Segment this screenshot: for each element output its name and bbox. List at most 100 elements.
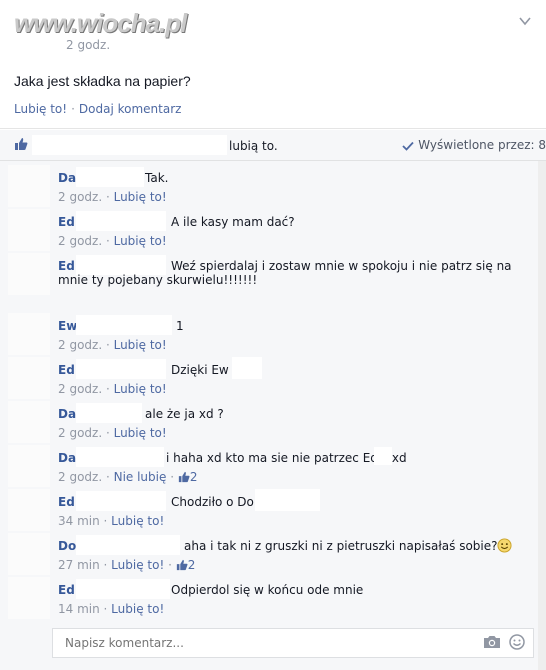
redacted-name	[76, 579, 170, 599]
comment-like-link[interactable]: Lubię to!	[111, 514, 164, 528]
redacted-name	[374, 447, 392, 465]
comment-author[interactable]: Ed	[58, 583, 75, 597]
comment-meta: 2 godz. · Lubię to!	[58, 382, 167, 396]
avatar[interactable]	[8, 489, 50, 531]
comment-composer[interactable]	[52, 628, 534, 658]
comment-like-link[interactable]: Lubię to!	[114, 382, 167, 396]
redacted-name	[76, 535, 180, 555]
comment-like-link[interactable]: Lubię to!	[114, 338, 167, 352]
comment: Ed Odpierdol się w końcu ode mnie 14 min…	[0, 573, 546, 619]
post-time[interactable]: 2 godz.	[66, 38, 110, 52]
redacted-name	[76, 359, 166, 379]
comment-time[interactable]: 2 godz.	[58, 470, 102, 484]
comment: Ed A ile kasy mam dać? 2 godz. · Lubię t…	[0, 205, 546, 251]
redacted-name	[76, 403, 142, 423]
avatar[interactable]	[8, 165, 50, 207]
comment: Ed Weź spierdalaj i zostaw mnie w spokoj…	[0, 249, 546, 305]
separator: ·	[71, 102, 75, 116]
comment-text: ale że ja xd ?	[145, 407, 224, 421]
post-actions: Lubię to! · Dodaj komentarz	[14, 102, 181, 116]
likes-bar: lubią to. Wyświetlone przez: 8	[0, 130, 546, 161]
comment-meta: 2 godz. · Lubię to!	[58, 426, 167, 440]
redacted-name	[232, 357, 262, 379]
comment-time[interactable]: 2 godz.	[58, 382, 102, 396]
comment-author[interactable]: Ed	[58, 363, 75, 377]
avatar[interactable]	[8, 357, 50, 399]
comment-input[interactable]	[63, 635, 447, 651]
comment-meta: 2 godz. · Nie lubię · 2	[58, 470, 198, 484]
watermark: www.wiocha.pl	[14, 8, 187, 38]
comment-like-link[interactable]: Lubię to!	[111, 558, 164, 572]
comment-meta: 14 min · Lubię to!	[58, 602, 165, 616]
comment-author[interactable]: Ed	[58, 495, 75, 509]
likes-text: lubią to.	[229, 139, 278, 153]
avatar[interactable]	[8, 253, 50, 295]
comment-time[interactable]: 2 godz.	[58, 426, 102, 440]
comment: Do aha i tak ni z gruszki ni z pietruszk…	[0, 529, 546, 575]
redacted-name	[76, 315, 172, 335]
avatar[interactable]	[8, 445, 50, 487]
comment-text: Chodziło o Do	[171, 495, 254, 509]
comment: Da i haha xd kto ma sie nie patrzec Ed ?…	[0, 441, 546, 487]
comment-like-count[interactable]: 2	[188, 558, 196, 572]
comment-text: 1	[176, 319, 184, 333]
comment: Ew 1 2 godz. · Lubię to!	[0, 309, 546, 355]
comment-time[interactable]: 14 min	[58, 602, 100, 616]
comment-time[interactable]: 2 godz.	[58, 234, 102, 248]
comment-author[interactable]: Ed	[58, 215, 75, 229]
seen-text: Wyświetlone przez: 8	[418, 138, 546, 152]
comment-text: A ile kasy mam dać?	[171, 215, 295, 229]
comment-author[interactable]: Da	[58, 451, 76, 465]
divider	[0, 128, 546, 129]
comment-like-link[interactable]: Lubię to!	[114, 234, 167, 248]
comment-like-link[interactable]: Lubię to!	[111, 602, 164, 616]
comments-list: Da Tak. 2 godz. · Lubię to! Ed A ile kas…	[0, 161, 546, 670]
thumbs-up-icon	[176, 559, 188, 571]
comment-like-link[interactable]: Lubię to!	[114, 426, 167, 440]
scrollbar[interactable]	[538, 161, 546, 670]
comment-like-link[interactable]: Lubię to!	[114, 190, 167, 204]
comment-unlike-link[interactable]: Nie lubię	[114, 470, 167, 484]
comment-author[interactable]: Do	[58, 539, 76, 553]
comment-time[interactable]: 2 godz.	[58, 190, 102, 204]
like-link[interactable]: Lubię to!	[14, 102, 67, 116]
comment: Da ale że ja xd ? 2 godz. · Lubię to!	[0, 397, 546, 443]
comment-text: i haha xd kto ma sie nie patrzec Ed ? xd	[166, 451, 407, 465]
redacted-name	[255, 489, 320, 511]
avatar[interactable]	[8, 209, 50, 251]
comment-meta: 2 godz. · Lubię to!	[58, 190, 167, 204]
seen-by[interactable]: Wyświetlone przez: 8	[402, 138, 546, 152]
comment-author[interactable]: Ew	[58, 319, 77, 333]
comment-meta: 34 min · Lubię to!	[58, 514, 165, 528]
redacted-name	[76, 491, 166, 511]
comment-like-count[interactable]: 2	[190, 470, 198, 484]
comment-time[interactable]: 34 min	[58, 514, 100, 528]
post-text: Jaka jest składka na papier?	[14, 73, 191, 89]
comment-text: Tak.	[145, 171, 169, 185]
comment-author[interactable]: Da	[58, 171, 76, 185]
redacted-name	[76, 447, 164, 467]
avatar[interactable]	[8, 577, 50, 619]
redacted-names	[32, 135, 227, 155]
comment: Da Tak. 2 godz. · Lubię to!	[0, 161, 546, 207]
chevron-down-icon[interactable]	[518, 14, 532, 28]
camera-icon[interactable]	[483, 634, 501, 650]
avatar[interactable]	[8, 313, 50, 355]
comment-meta: 2 godz. · Lubię to!	[58, 338, 167, 352]
emoji-icon[interactable]	[509, 634, 525, 650]
comment-time[interactable]: 2 godz.	[58, 338, 102, 352]
smiley-emoji-icon	[497, 538, 512, 553]
comment-text: Weź spierdalaj i zostaw mnie w spokoju i…	[58, 259, 512, 287]
avatar[interactable]	[8, 533, 50, 575]
comment-meta: 27 min · Lubię to! · 2	[58, 558, 196, 572]
comment-meta: 2 godz. · Lubię to!	[58, 234, 167, 248]
avatar[interactable]	[8, 401, 50, 443]
comment-text: Dzięki Ew	[171, 363, 229, 377]
thumbs-up-icon	[15, 138, 28, 150]
redacted-name	[76, 167, 144, 187]
comment: Ed Dzięki Ew 2 godz. · Lubię to!	[0, 353, 546, 399]
thumbs-up-icon	[178, 471, 190, 483]
comment-author[interactable]: Da	[58, 407, 76, 421]
add-comment-link[interactable]: Dodaj komentarz	[79, 102, 182, 116]
comment-time[interactable]: 27 min	[58, 558, 100, 572]
